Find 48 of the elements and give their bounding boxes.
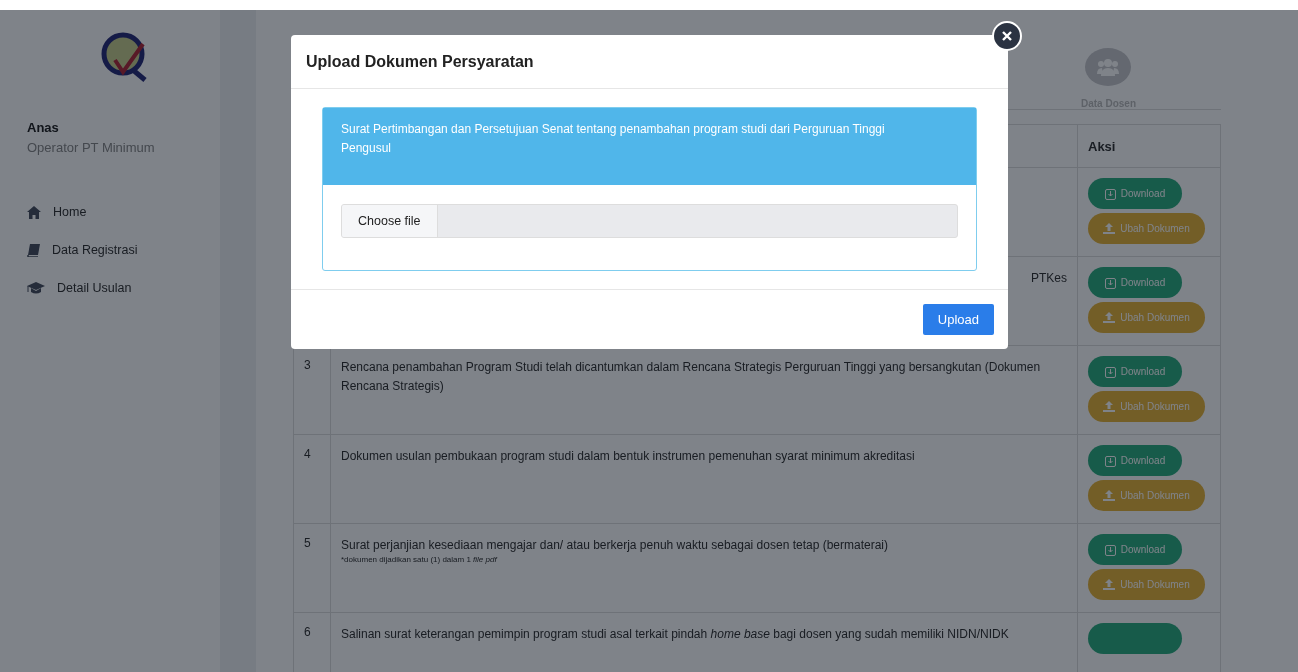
upload-icon [1103,579,1116,590]
sidebar-item[interactable]: Home [27,205,87,219]
users-icon [1097,58,1120,76]
document-name: Rencana penambahan Program Studi telah dicantumkan dalam Rencana Strategis Perguruan Tinggi yang bersangkutan (Dokumen Rencana Strategis) [341,359,1042,395]
download-icon [1104,187,1116,200]
download-icon [1104,454,1116,467]
book-icon [27,243,40,257]
home-icon [27,205,41,219]
column-header: Aksi [1077,124,1221,168]
document-name: Surat perjanjian kesediaan mengajar dan/ atau berkerja penuh waktu sebagai dosen tetap (bermaterai) [341,537,889,554]
document-name: Salinan surat keterangan pemimpin program studi asal terkait pindah home base bagi dosen yang sudah memiliki NIDN/NIDK [341,626,1010,643]
change-document-button[interactable]: Ubah Dokumen [1088,391,1205,422]
upload-icon [1103,223,1116,234]
upload-icon [1103,490,1116,501]
download-button[interactable]: Download [1088,534,1182,565]
download-button[interactable]: Download [1088,445,1182,476]
download-button[interactable]: Download [1088,267,1182,298]
download-icon [1104,276,1116,289]
download-button[interactable] [1088,623,1182,654]
sidebar-item[interactable]: Detail Usulan [27,281,132,295]
file-input[interactable]: Choose file [341,204,958,238]
user-role: Operator PT Minimum [27,140,156,155]
change-document-button[interactable]: Ubah Dokumen [1088,213,1205,244]
change-document-button[interactable]: Ubah Dokumen [1088,480,1205,511]
upload-icon [1103,312,1116,323]
upload-icon [1103,401,1116,412]
row-number: 4 [304,447,311,461]
download-icon [1104,365,1116,378]
document-name: Dokumen usulan pembukaan program studi dalam bentuk instrumen pemenuhan syarat minimum akreditasi [341,448,916,465]
change-document-button[interactable]: Ubah Dokumen [1088,302,1205,333]
dialog-title: Upload Dokumen Persyaratan [306,52,534,71]
row-number: 5 [304,536,311,550]
download-button[interactable]: Download [1088,178,1182,209]
download-icon [1104,543,1116,556]
graduation-cap-icon [27,281,45,295]
close-button[interactable] [992,21,1022,51]
document-title: Surat Pertimbangan dan Persetujuan Senat tentang penambahan program studi dari Perguruan Tinggi Pengusul [323,108,976,185]
step-circle[interactable] [1085,48,1132,86]
sidebar-item[interactable]: Data Registrasi [27,243,138,257]
user-name: Anas [27,120,60,135]
row-number: 3 [304,358,311,372]
change-document-button[interactable]: Ubah Dokumen [1088,569,1205,600]
upload-button[interactable]: Upload [922,304,994,335]
close-icon [1002,31,1012,41]
document-note: *dokumen dijadikan satu (1) dalam 1 file pdf [341,554,499,565]
document-name: PTKes [1030,270,1067,287]
row-number: 6 [304,625,311,639]
download-button[interactable]: Download [1088,356,1182,387]
